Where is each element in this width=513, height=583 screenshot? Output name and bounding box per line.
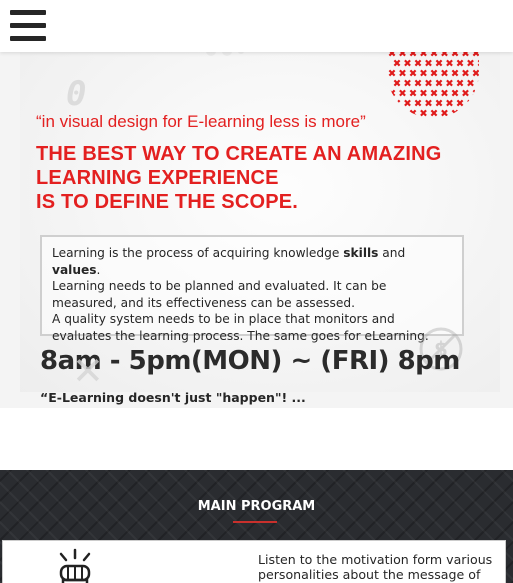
- pattern-x-mark: [388, 52, 396, 57]
- pattern-x-mark: [430, 69, 438, 77]
- pattern-x-mark: [404, 59, 411, 67]
- pattern-x-mark: [477, 59, 479, 67]
- info-box: Learning is the process of acquiring kno…: [40, 235, 464, 343]
- menu-bar-line: [10, 23, 46, 28]
- headline-line-1: THE BEST WAY TO CREATE AN AMAZING: [36, 143, 442, 165]
- pattern-x-mark: [435, 99, 443, 107]
- x-mark-decoration: ✕: [72, 349, 104, 393]
- raised-fist-icon: [59, 548, 91, 583]
- pattern-x-mark: [393, 79, 401, 87]
- menu-bar-line: [10, 10, 46, 15]
- pattern-x-mark: [420, 109, 427, 117]
- pattern-x-mark: [446, 99, 453, 107]
- hamburger-menu-icon[interactable]: [10, 10, 46, 41]
- pattern-x-mark: [451, 69, 459, 77]
- pattern-x-mark: [430, 52, 438, 57]
- pattern-x-mark: [409, 89, 417, 97]
- pattern-x-mark: [441, 69, 448, 77]
- program-card[interactable]: Listen to the motivation form various pe…: [2, 540, 506, 583]
- info-skills: skills: [343, 246, 379, 260]
- pattern-x-mark: [467, 59, 474, 67]
- info-period: .: [96, 262, 101, 277]
- program-card-text: Listen to the motivation form various pe…: [258, 552, 493, 582]
- pattern-x-mark: [393, 59, 401, 67]
- pattern-x-mark: [399, 89, 406, 97]
- pattern-x-mark: [451, 52, 459, 57]
- pattern-x-mark: [414, 99, 422, 107]
- pattern-x-mark: [409, 69, 417, 77]
- info-line-3: A quality system needs to be in place th…: [52, 312, 429, 343]
- pattern-x-mark: [430, 109, 438, 117]
- program-title: MAIN PROGRAM: [197, 499, 316, 514]
- pattern-x-mark: [399, 52, 406, 57]
- info-line-1-text: Learning is the process of acquiring kno…: [52, 246, 344, 260]
- pattern-x-mark: [462, 69, 469, 77]
- headline-line-3: IS TO DEFINE THE SCOPE.: [36, 191, 299, 213]
- main-program-section: MAIN PROGRAM Listen to the motivation fo…: [0, 470, 513, 583]
- pattern-x-mark: [456, 59, 464, 67]
- pattern-x-mark: [420, 69, 427, 77]
- background-dots-decoration: [206, 52, 244, 56]
- pattern-x-mark: [456, 79, 464, 87]
- menu-bar-line: [10, 36, 46, 41]
- top-bar: [0, 0, 513, 52]
- pattern-x-mark: [414, 79, 422, 87]
- pattern-x-mark: [462, 89, 469, 97]
- hero-quote: “in visual design for E-learning less is…: [36, 112, 366, 131]
- pattern-x-mark: [420, 89, 427, 97]
- pattern-x-mark: [472, 69, 479, 77]
- hero-headline: THE BEST WAY TO CREATE AN AMAZING LEARNI…: [36, 142, 496, 214]
- pattern-x-mark: [404, 99, 411, 107]
- pattern-x-mark: [446, 79, 453, 87]
- pattern-x-mark: [435, 59, 443, 67]
- info-values: values: [52, 262, 97, 277]
- hero-section: 0 “in visual design for E-learning less …: [0, 52, 513, 408]
- pattern-x-mark: [425, 99, 432, 107]
- pattern-x-mark: [425, 79, 432, 87]
- pattern-x-mark: [462, 52, 469, 57]
- info-and: and: [378, 246, 406, 260]
- headline-line-2: LEARNING EXPERIENCE: [36, 167, 279, 189]
- pattern-x-mark: [404, 79, 411, 87]
- pattern-x-mark: [388, 69, 396, 77]
- pattern-x-mark: [446, 59, 453, 67]
- pattern-x-mark: [435, 79, 443, 87]
- background-zero: 0: [66, 74, 87, 114]
- pattern-x-mark: [456, 99, 464, 107]
- pattern-x-mark: [441, 89, 448, 97]
- hero-tagline[interactable]: “E-Learning doesn't just "happen"! ...: [40, 390, 306, 405]
- pattern-x-mark: [472, 52, 479, 57]
- pattern-x-mark: [414, 59, 422, 67]
- pattern-x-mark: [399, 69, 406, 77]
- info-line-2: Learning needs to be planned and evaluat…: [52, 279, 387, 310]
- program-title-underline: [233, 521, 277, 523]
- pattern-x-mark: [441, 52, 448, 57]
- pattern-x-mark: [451, 89, 459, 97]
- info-line-1: Learning is the process of acquiring kno…: [52, 245, 452, 278]
- pattern-x-mark: [430, 89, 438, 97]
- pattern-x-mark: [441, 109, 448, 117]
- pattern-x-mark: [409, 52, 417, 57]
- pattern-x-mark: [467, 79, 474, 87]
- pattern-x-mark: [420, 52, 427, 57]
- pattern-x-mark: [425, 59, 432, 67]
